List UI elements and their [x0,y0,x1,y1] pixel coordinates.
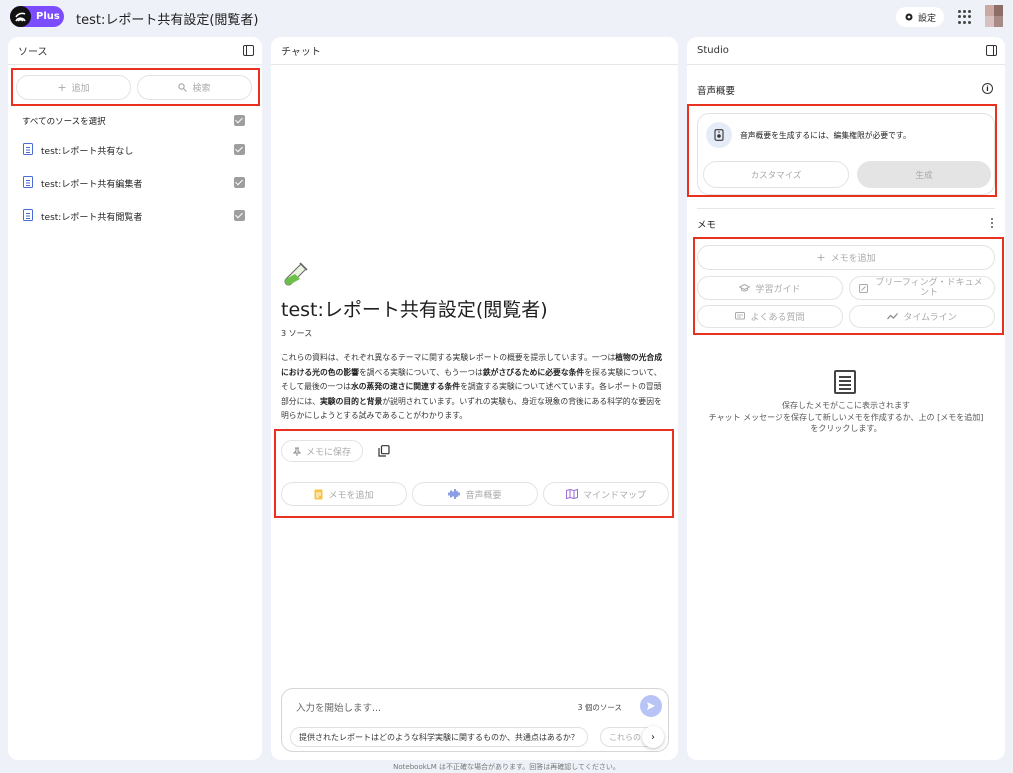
chevron-right-icon[interactable]: › [642,726,664,748]
notebooklm-icon [10,6,31,27]
source-label: test:レポート共有編集者 [41,180,143,190]
audio-overview-title: 音声概要 [697,86,736,97]
summary-bold: 鉄がさびるために必要な条件 [482,367,585,377]
memo-empty-line: をクリックします。 [810,424,882,433]
source-checkbox[interactable] [234,144,245,155]
sources-header: ソース [8,37,262,65]
source-label: test:レポート共有閲覧者 [41,213,143,223]
suggested-question[interactable]: 提供されたレポートはどのような科学実験に関するものか、共通点はあるか？ [290,727,588,747]
more-vert-icon[interactable] [991,218,994,230]
send-button[interactable] [640,695,662,717]
summary-bold: 水の蒸発の速さに関連する条件 [350,382,461,391]
chat-input-box[interactable]: 入力を開始します... 3 個のソース 提供されたレポートはどのような科学実験に… [281,688,669,752]
document-icon [23,176,33,188]
select-all-checkbox[interactable] [234,115,245,126]
document-icon [23,143,33,155]
footer-disclaimer: NotebookLM は不正確な場合があります。回答は再確認してください。 [393,763,620,771]
sources-title: ソース [18,47,48,58]
info-icon[interactable]: i [982,83,993,94]
summary-text: これらの資料は、それぞれ異なるテーマに関する実験レポートの概要を提示しています。… [281,353,616,362]
document-icon [23,209,33,221]
collapse-sources-icon[interactable] [243,45,254,56]
summary-bold: 実験の目的と背景 [319,396,383,406]
input-source-count: 3 個のソース [577,703,622,712]
collapse-studio-icon[interactable] [986,45,997,56]
source-checkbox[interactable] [234,210,245,221]
top-bar: Plus test:レポート共有設定(閲覧者) 設定 [0,0,1013,34]
memo-empty-line: 保存したメモがここに表示されます [782,401,910,410]
test-tube-icon [284,262,308,286]
plus-badge: Plus [36,11,60,22]
avatar[interactable] [985,5,1003,27]
highlight-box-memo-actions [693,237,1004,335]
notebooklm-logo[interactable]: Plus [10,6,64,27]
studio-title: Studio [697,45,729,56]
highlight-box-chat-actions [274,429,674,518]
summary-text: を調べる実験について、もう一つは [358,367,483,377]
send-icon [647,702,655,710]
highlight-box-sources-actions [11,68,260,106]
apps-grid-icon[interactable] [958,10,972,24]
memo-empty-state: 保存したメモがここに表示されます チャット メッセージを保存して新しいメモを作成… [697,400,995,435]
memo-empty-line: チャット メッセージを保存して新しいメモを作成するか、上の [メモを追加] [708,412,984,422]
settings-label: 設定 [917,13,936,24]
studio-divider [697,208,995,209]
memo-title: メモ [697,220,717,231]
source-checkbox[interactable] [234,177,245,188]
highlight-box-audio-overview [687,104,997,197]
chat-header: チャット [271,37,678,65]
notebook-heading: test:レポート共有設定(閲覧者) [281,299,548,321]
studio-header: Studio [687,37,1005,65]
gear-icon [905,13,913,21]
select-all-label: すべてのソースを選択 [22,117,106,127]
notebook-title[interactable]: test:レポート共有設定(閲覧者) [76,9,259,28]
notebook-summary: これらの資料は、それぞれ異なるテーマに関する実験レポートの概要を提示しています。… [281,351,666,424]
settings-button[interactable]: 設定 [896,7,944,27]
chat-title: チャット [281,47,321,58]
source-label: test:レポート共有なし [41,147,134,157]
notes-icon [834,370,856,394]
source-count: 3 ソース [281,329,313,338]
chat-input-placeholder[interactable]: 入力を開始します... [296,700,381,714]
